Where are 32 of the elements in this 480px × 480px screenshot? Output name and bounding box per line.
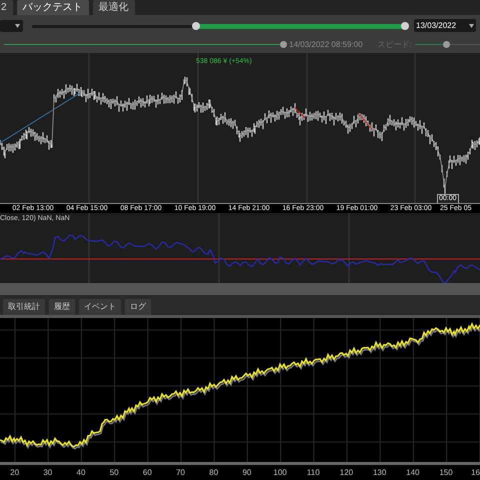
x-axis-label: 20: [9, 468, 20, 476]
tab[interactable]: 最適化: [92, 0, 135, 15]
end-date-dropdown[interactable]: 13/03/2022: [414, 19, 476, 32]
slider-thumb[interactable]: [401, 22, 409, 30]
tab[interactable]: 履歴: [49, 299, 75, 315]
x-axis-label: 110: [306, 468, 321, 476]
tab[interactable]: 取引統計: [3, 299, 45, 315]
x-axis-label: 40: [76, 468, 86, 476]
caret-icon: [15, 24, 20, 28]
tab[interactable]: イベント: [79, 299, 121, 315]
playback-slider[interactable]: [4, 40, 284, 48]
caret-icon: [469, 24, 474, 28]
x-axis-label: 50: [108, 468, 120, 476]
playback-time: 14/03/2022 08:59:00: [289, 38, 363, 50]
x-axis-label: 120: [338, 468, 354, 476]
x-axis-label: 30: [42, 468, 54, 476]
x-axis-label: 80: [208, 468, 220, 476]
x-axis-label: 100: [272, 468, 288, 476]
tab[interactable]: 2: [0, 0, 13, 15]
x-axis-label: 90: [241, 468, 252, 476]
speed-slider[interactable]: [414, 40, 480, 48]
start-date-dropdown[interactable]: [0, 20, 23, 32]
tab[interactable]: バックテスト: [16, 0, 89, 15]
x-axis-label: 150: [438, 468, 454, 476]
tab[interactable]: ログ: [125, 299, 151, 315]
x-axis-label: 140: [405, 468, 421, 476]
slider-thumb[interactable]: [443, 40, 450, 48]
x-axis-label: 130: [372, 468, 388, 476]
x-axis-label: 70: [175, 468, 186, 476]
slider-thumb[interactable]: [280, 40, 288, 48]
x-axis-label: 60: [142, 468, 153, 476]
x-axis-label: 16: [470, 468, 480, 476]
